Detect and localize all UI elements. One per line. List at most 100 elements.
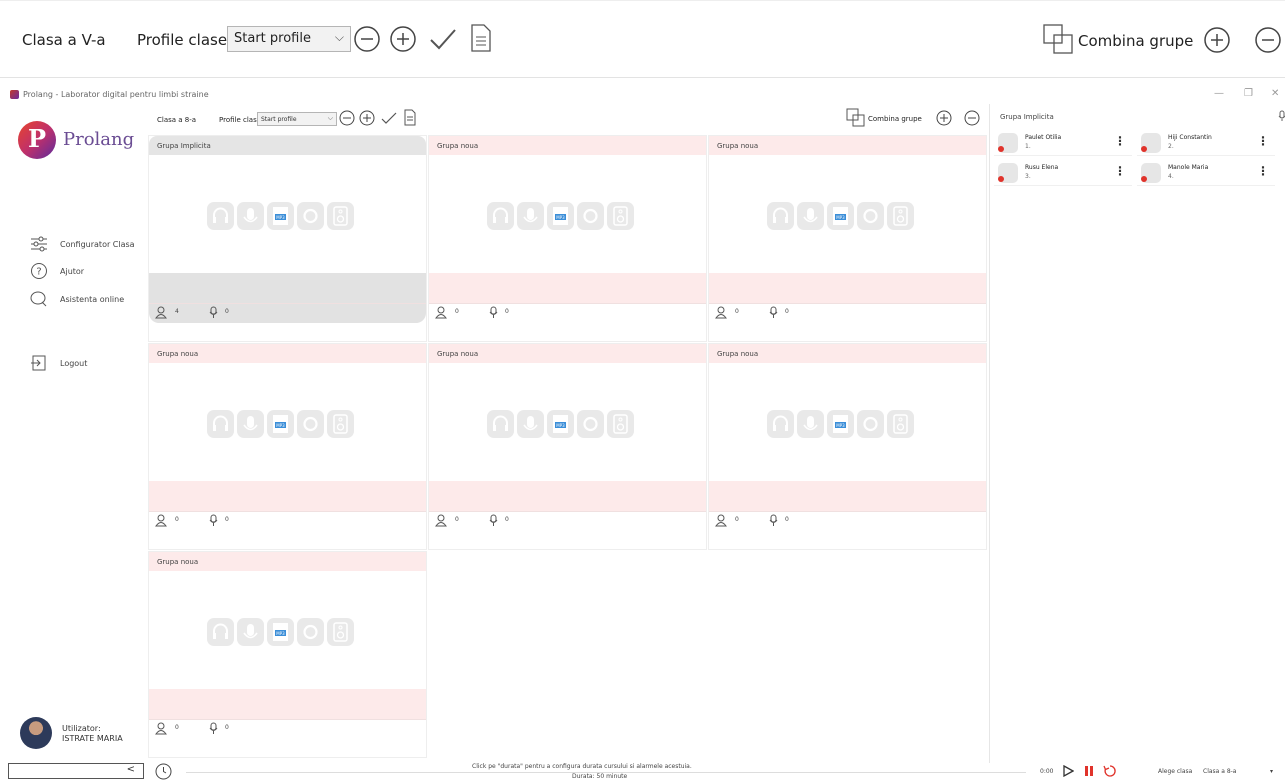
group-control-button[interactable] <box>297 410 324 438</box>
profile-label: Profile clase <box>219 116 262 124</box>
collapse-sidebar-button[interactable]: < <box>8 763 144 779</box>
reset-icon[interactable] <box>1103 764 1117 778</box>
group-control-button[interactable] <box>327 410 354 438</box>
group-control-button[interactable] <box>327 202 354 230</box>
close-icon[interactable]: ✕ <box>1271 88 1279 99</box>
group-control-button[interactable] <box>767 410 794 438</box>
remove-group-icon[interactable] <box>964 110 980 126</box>
add-group-icon[interactable] <box>1203 26 1231 54</box>
combine-groups-icon[interactable] <box>846 108 866 128</box>
group-card[interactable]: Grupa noua MP3 0 0 <box>428 343 707 550</box>
group-footer <box>709 481 986 511</box>
group-control-button[interactable] <box>297 618 324 646</box>
group-control-button[interactable] <box>887 202 914 230</box>
group-control-button[interactable] <box>607 410 634 438</box>
bottom-bar: < Click pe "durata" pentru a configura d… <box>0 763 1285 780</box>
group-control-button[interactable] <box>487 202 514 230</box>
record-icon <box>583 416 598 432</box>
group-control-button[interactable] <box>577 202 604 230</box>
minimize-icon[interactable]: — <box>1214 88 1224 99</box>
group-control-button[interactable] <box>577 410 604 438</box>
class-select[interactable]: Clasa a 8-a <box>1203 768 1237 775</box>
group-control-button[interactable] <box>207 410 234 438</box>
group-control-button[interactable] <box>517 410 544 438</box>
group-control-button[interactable]: MP3 <box>267 618 294 646</box>
mic-count: 0 <box>225 724 229 731</box>
microphone-icon <box>489 514 498 526</box>
group-control-button[interactable] <box>517 202 544 230</box>
check-icon[interactable] <box>381 111 397 125</box>
headset-icon <box>493 207 508 223</box>
group-control-button[interactable] <box>857 410 884 438</box>
more-options-icon[interactable]: ⋮ <box>1114 164 1126 178</box>
headset-icon <box>773 207 788 223</box>
check-icon[interactable] <box>428 26 458 52</box>
group-control-button[interactable]: MP3 <box>267 410 294 438</box>
clock-icon[interactable] <box>155 763 172 780</box>
speaker-icon <box>333 414 348 434</box>
document-icon[interactable] <box>470 23 492 53</box>
restore-icon[interactable]: ❐ <box>1244 88 1253 99</box>
document-icon[interactable] <box>404 109 416 126</box>
svg-text:MP3: MP3 <box>556 423 565 428</box>
group-control-button[interactable] <box>767 202 794 230</box>
group-control-button[interactable] <box>297 202 324 230</box>
combine-groups-icon[interactable] <box>1042 23 1076 57</box>
group-control-button[interactable] <box>237 202 264 230</box>
group-stats: 00 <box>709 511 986 531</box>
student-card[interactable]: Rusu Elena 3. ⋮ <box>994 162 1132 186</box>
group-card[interactable]: Grupa noua MP3 0 0 <box>708 135 987 342</box>
group-control-button[interactable]: MP3 <box>547 410 574 438</box>
remove-group-icon[interactable] <box>1254 26 1282 54</box>
profile-select[interactable]: Start profile ⌵ <box>227 26 351 52</box>
record-icon <box>583 208 598 224</box>
students-icon <box>715 306 727 319</box>
group-control-button[interactable] <box>607 202 634 230</box>
group-control-button[interactable]: MP3 <box>267 202 294 230</box>
microphone-icon[interactable] <box>1278 110 1285 122</box>
play-icon[interactable] <box>1062 765 1074 777</box>
group-control-button[interactable] <box>857 202 884 230</box>
student-card[interactable]: Manole Maria 4. ⋮ <box>1137 162 1275 186</box>
pause-icon[interactable] <box>1083 765 1095 777</box>
group-control-button[interactable] <box>487 410 514 438</box>
class-label: Clasa a V-a <box>22 31 106 49</box>
group-card[interactable]: Grupa Implicita MP3 4 0 <box>148 135 427 342</box>
microphone-icon <box>523 208 538 223</box>
group-card[interactable]: Grupa noua MP3 0 0 <box>708 343 987 550</box>
group-card[interactable]: Grupa noua MP3 0 0 <box>148 551 427 758</box>
group-control-button[interactable] <box>797 410 824 438</box>
group-card[interactable]: Grupa noua MP3 0 0 <box>148 343 427 550</box>
group-control-button[interactable] <box>207 618 234 646</box>
chevron-down-icon[interactable]: ▾ <box>1270 768 1273 775</box>
add-profile-icon[interactable] <box>389 25 417 53</box>
student-card[interactable]: Hiji Constantin 2. ⋮ <box>1137 132 1275 156</box>
group-control-button[interactable] <box>797 202 824 230</box>
group-control-button[interactable]: MP3 <box>827 202 854 230</box>
group-control-button[interactable] <box>887 410 914 438</box>
group-control-button[interactable] <box>207 202 234 230</box>
group-footer <box>149 273 426 303</box>
microphone-icon <box>209 306 218 318</box>
group-control-button[interactable]: MP3 <box>547 202 574 230</box>
remove-profile-icon[interactable] <box>353 25 381 53</box>
group-card[interactable]: Grupa noua MP3 0 0 <box>428 135 707 342</box>
student-card[interactable]: Paulet Otilia 1. ⋮ <box>994 132 1132 156</box>
more-options-icon[interactable]: ⋮ <box>1114 134 1126 148</box>
group-control-button[interactable] <box>237 410 264 438</box>
combine-groups-label[interactable]: Combina grupe <box>868 115 922 123</box>
duration-label[interactable]: Durata: 50 minute <box>572 773 627 780</box>
sidebar-item-label: Asistenta online <box>60 295 125 304</box>
group-control-button[interactable] <box>327 618 354 646</box>
group-control-button[interactable] <box>237 618 264 646</box>
more-options-icon[interactable]: ⋮ <box>1257 134 1269 148</box>
add-profile-icon[interactable] <box>359 110 375 126</box>
add-group-icon[interactable] <box>936 110 952 126</box>
group-control-button[interactable]: MP3 <box>827 410 854 438</box>
profile-select[interactable]: Start profile ⌵ <box>257 112 337 126</box>
combine-groups-label[interactable]: Combina grupe <box>1078 32 1193 50</box>
more-options-icon[interactable]: ⋮ <box>1257 164 1269 178</box>
microphone-icon <box>769 306 778 318</box>
choose-class-label: Alege clasa <box>1158 768 1193 775</box>
remove-profile-icon[interactable] <box>339 110 355 126</box>
